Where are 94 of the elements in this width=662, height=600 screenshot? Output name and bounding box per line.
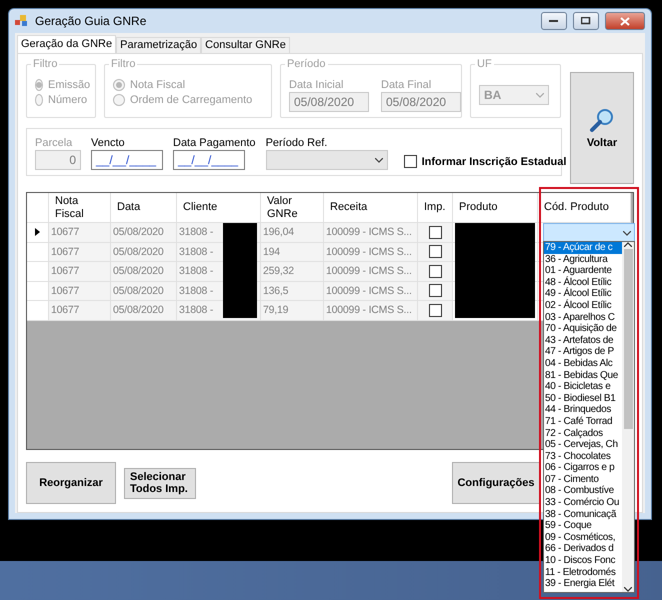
- window-title: Geração Guia GNRe: [35, 14, 148, 28]
- table-cell: 79,19: [261, 301, 324, 320]
- list-option[interactable]: 08 - Combustíve: [544, 485, 622, 498]
- table-cell: 100099 - ICMS S...: [324, 262, 418, 282]
- list-option[interactable]: 40 - Bicicletas e: [544, 381, 622, 393]
- date-input[interactable]: __/__/____: [173, 150, 245, 170]
- action-button[interactable]: Reorganizar: [26, 462, 116, 504]
- list-option[interactable]: 49 - Álcool Etílic: [544, 288, 622, 300]
- list-option[interactable]: 73 - Chocolates: [544, 450, 622, 462]
- list-option[interactable]: 81 - Bebidas Que: [544, 370, 622, 382]
- list-option[interactable]: 71 - Café Torrad: [544, 416, 622, 428]
- table-cell: 10677: [49, 242, 111, 262]
- field-label: Período Ref.: [266, 137, 328, 149]
- list-option[interactable]: 11 - Eletrodomés: [544, 566, 622, 578]
- minimize-button[interactable]: [541, 12, 567, 30]
- list-option[interactable]: 01 - Aguardente: [544, 265, 622, 277]
- list-option[interactable]: 44 - Brinquedos: [544, 404, 622, 416]
- table-cell: 100099 - ICMS S...: [324, 242, 418, 262]
- list-option[interactable]: 48 - Álcool Etílic: [544, 276, 622, 288]
- radio-label: Ordem de Carregamento: [130, 94, 252, 106]
- table-cell: 100099 - ICMS S...: [324, 223, 418, 242]
- field-label: Data Inicial: [289, 79, 344, 91]
- field-label: Data Final: [381, 79, 432, 91]
- field-label: Parcela: [35, 137, 74, 149]
- maximize-icon: [581, 17, 591, 25]
- radio-label: Número: [48, 94, 88, 106]
- radio-label: Nota Fiscal: [130, 79, 186, 91]
- date-input[interactable]: __/__/____: [91, 150, 163, 170]
- checkbox[interactable]: [428, 304, 442, 317]
- table-cell: 05/08/2020: [111, 223, 177, 242]
- table-cell: 136,5: [261, 282, 324, 301]
- scrollbar[interactable]: [622, 242, 634, 592]
- app-icon: [15, 15, 29, 27]
- list-option[interactable]: 47 - Artigos de P: [544, 346, 622, 358]
- tab[interactable]: Geração da GNRe: [17, 35, 116, 53]
- checkbox[interactable]: [428, 245, 442, 258]
- close-icon: [620, 16, 630, 26]
- list-option[interactable]: 72 - Calçados: [544, 428, 622, 440]
- list-option[interactable]: 33 - Comércio Ou: [544, 497, 622, 509]
- table-cell: 10677: [49, 223, 111, 242]
- voltar-button[interactable]: Voltar: [570, 72, 634, 184]
- checkbox[interactable]: [404, 155, 417, 168]
- list-option[interactable]: 07 - Cimento: [544, 474, 622, 486]
- table-cell: 05/08/2020: [111, 282, 177, 301]
- list-option[interactable]: 10 - Discos Fonc: [544, 555, 622, 567]
- table-cell: 10677: [49, 301, 111, 320]
- table-cell: 10677: [49, 262, 111, 282]
- table-cell: 196,04: [261, 223, 324, 242]
- checkbox[interactable]: [428, 226, 442, 239]
- close-button[interactable]: [605, 12, 645, 30]
- table-cell: 05/08/2020: [111, 242, 177, 262]
- radio-label: Emissão: [48, 79, 90, 91]
- group-title: UF: [475, 58, 494, 70]
- scroll-up-icon: [624, 242, 632, 247]
- group-title: Filtro: [31, 58, 60, 70]
- tab[interactable]: Consultar GNRe: [201, 37, 290, 53]
- field-label: Vencto: [91, 137, 126, 149]
- product-code-select[interactable]: [543, 223, 635, 243]
- scroll-down-icon: [624, 587, 632, 592]
- list-option[interactable]: 09 - Cosméticos,: [544, 532, 622, 544]
- group-title: Período: [285, 58, 328, 70]
- list-option[interactable]: 36 - Agricultura: [544, 254, 622, 266]
- checkbox[interactable]: [428, 264, 442, 278]
- minimize-icon: [549, 19, 559, 23]
- table-cell: 194: [261, 242, 324, 262]
- table-cell: 10677: [49, 282, 111, 301]
- table-cell: 05/08/2020: [111, 301, 177, 320]
- list-option[interactable]: 43 - Artefatos de: [544, 334, 622, 346]
- table-cell: 259,32: [261, 262, 324, 282]
- action-button[interactable]: Selecionar Todos Imp.: [124, 468, 196, 498]
- list-option[interactable]: 05 - Cervejas, Ch: [544, 439, 622, 451]
- list-option[interactable]: 02 - Álcool Etílic: [544, 300, 622, 312]
- checkbox[interactable]: [428, 284, 442, 298]
- list-option[interactable]: 39 - Energia Elét: [544, 578, 622, 590]
- list-option[interactable]: 50 - Biodiesel B1: [544, 392, 622, 404]
- list-option[interactable]: 59 - Coque: [544, 520, 622, 532]
- list-option[interactable]: 03 - Aparelhos C: [544, 312, 622, 324]
- list-option[interactable]: 70 - Aquisição de: [544, 323, 622, 335]
- tab[interactable]: Parametrização: [116, 37, 202, 53]
- table-cell: 100099 - ICMS S...: [324, 301, 418, 320]
- action-button[interactable]: Configurações: [452, 462, 540, 504]
- list-option[interactable]: 04 - Bebidas Alc: [544, 358, 622, 370]
- field-label: Data Pagamento: [173, 137, 256, 149]
- group-title: Filtro: [109, 58, 138, 70]
- list-option[interactable]: 79 - Açúcar de c: [544, 242, 622, 254]
- table-cell: 05/08/2020: [111, 262, 177, 282]
- checkbox-label: Informar Inscrição Estadual: [422, 156, 566, 168]
- current-row-icon: [35, 228, 40, 236]
- list-option[interactable]: 66 - Derivados d: [544, 543, 622, 556]
- maximize-button[interactable]: [573, 12, 599, 30]
- list-option[interactable]: 06 - Cigarros e p: [544, 462, 622, 474]
- table-cell: 100099 - ICMS S...: [324, 282, 418, 301]
- search-icon: [589, 107, 615, 133]
- list-option[interactable]: 38 - Comunicaçã: [544, 508, 622, 520]
